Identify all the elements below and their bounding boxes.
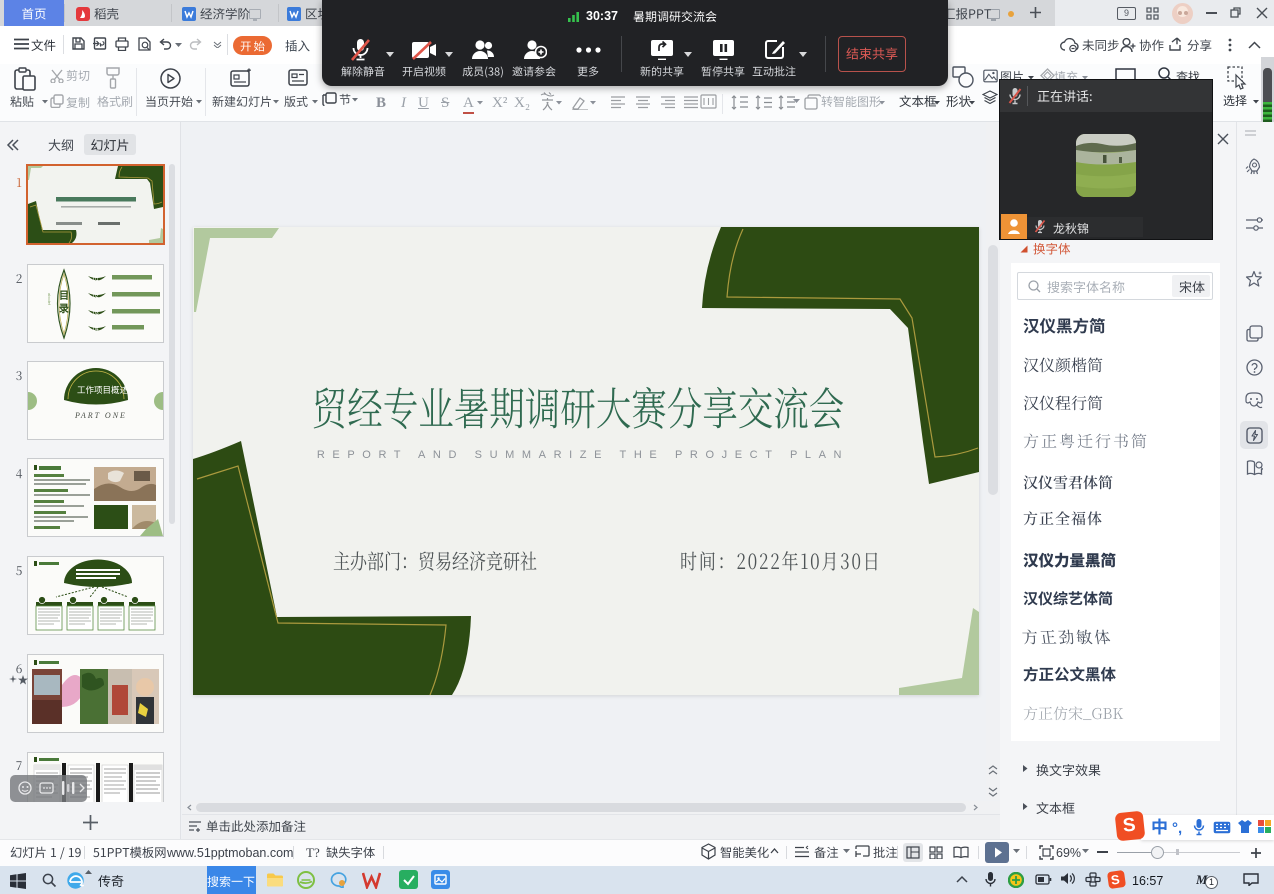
- svg-text:T?: T?: [306, 845, 320, 860]
- svg-text:03: 03: [93, 311, 99, 317]
- svg-text:abcdef: abcdef: [47, 293, 52, 306]
- svg-text:PART ONE: PART ONE: [74, 411, 127, 420]
- svg-text:02: 02: [93, 294, 99, 300]
- svg-text:04: 04: [93, 327, 99, 333]
- svg-text:目: 目: [59, 290, 69, 302]
- svg-text:01: 01: [93, 277, 99, 283]
- svg-text:录: 录: [59, 303, 69, 315]
- svg-text:工作项目概述: 工作项目概述: [77, 385, 129, 395]
